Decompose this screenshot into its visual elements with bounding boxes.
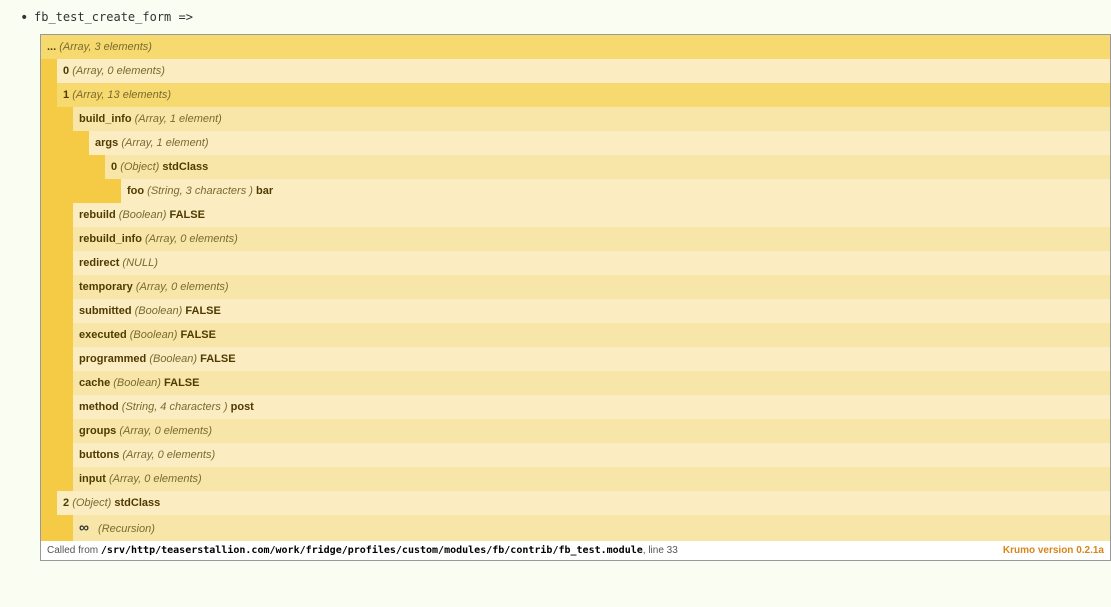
row-key: temporary — [79, 281, 133, 293]
footer-path: /srv/http/teaserstallion.com/work/fridge… — [101, 545, 643, 556]
row-key: 1 — [63, 89, 69, 101]
row-type: (Array, 0 elements) — [122, 449, 215, 461]
krumo-row-redirect[interactable]: redirect (NULL) — [73, 251, 1110, 275]
krumo-row-programmed[interactable]: programmed (Boolean) FALSE — [73, 347, 1110, 371]
row-value: bar — [256, 185, 273, 197]
row-key: foo — [127, 185, 144, 197]
infinity-icon: ∞ — [79, 519, 89, 535]
row-type: (Boolean) — [130, 329, 178, 341]
dump-label-text: fb_test_create_form => — [34, 10, 193, 24]
krumo-row-cache[interactable]: cache (Boolean) FALSE — [73, 371, 1110, 395]
row-type: (Boolean) — [113, 377, 161, 389]
row-key: programmed — [79, 353, 146, 365]
row-type: (Array, 0 elements) — [136, 281, 229, 293]
row-type: (String, 3 characters ) — [147, 185, 253, 197]
dump-label: fb_test_create_form => — [20, 10, 1111, 24]
row-value: stdClass — [162, 161, 208, 173]
row-value: FALSE — [164, 377, 199, 389]
row-value: FALSE — [170, 209, 205, 221]
row-type: (NULL) — [122, 257, 157, 269]
footer-line-number: 33 — [667, 545, 678, 556]
row-key: ... — [47, 41, 56, 53]
row-type: (Array, 0 elements) — [119, 425, 212, 437]
row-key: build_info — [79, 113, 132, 125]
row-type: (Array, 13 elements) — [72, 89, 171, 101]
krumo-row-submitted[interactable]: submitted (Boolean) FALSE — [73, 299, 1110, 323]
row-key: args — [95, 137, 118, 149]
krumo-row-build_info[interactable]: build_info (Array, 1 element) — [73, 107, 1110, 131]
row-type: (Array, 3 elements) — [59, 41, 152, 53]
row-key: method — [79, 401, 119, 413]
krumo-row-executed[interactable]: executed (Boolean) FALSE — [73, 323, 1110, 347]
row-type: (Recursion) — [98, 523, 155, 535]
row-key: 2 — [63, 497, 69, 509]
row-key: rebuild — [79, 209, 116, 221]
krumo-nest-1: build_info (Array, 1 element) args (Arra… — [57, 107, 1110, 491]
row-key: submitted — [79, 305, 132, 317]
row-type: (Array, 0 elements) — [145, 233, 238, 245]
krumo-row-rebuild_info[interactable]: rebuild_info (Array, 0 elements) — [73, 227, 1110, 251]
krumo-row-temporary[interactable]: temporary (Array, 0 elements) — [73, 275, 1110, 299]
krumo-nest-build_info: args (Array, 1 element) 0 (Object) stdCl… — [73, 131, 1110, 203]
row-type: (Array, 1 element) — [121, 137, 208, 149]
row-type: (Boolean) — [119, 209, 167, 221]
row-key: 0 — [63, 65, 69, 77]
row-key: groups — [79, 425, 116, 437]
krumo-row-root[interactable]: ... (Array, 3 elements) — [41, 35, 1110, 59]
row-value: FALSE — [185, 305, 220, 317]
row-type: (Object) — [72, 497, 111, 509]
krumo-nest-2: ∞ (Recursion) — [57, 515, 1110, 541]
row-type: (Boolean) — [135, 305, 183, 317]
krumo-row-0[interactable]: 0 (Array, 0 elements) — [57, 59, 1110, 83]
krumo-row-args-0[interactable]: 0 (Object) stdClass — [105, 155, 1110, 179]
krumo-nest-root: 0 (Array, 0 elements) 1 (Array, 13 eleme… — [41, 59, 1110, 541]
footer-called-prefix: Called from — [47, 545, 101, 556]
footer-line-prefix: , line — [643, 545, 667, 556]
row-type: (Array, 0 elements) — [109, 473, 202, 485]
footer-called-from: Called from /srv/http/teaserstallion.com… — [47, 545, 678, 556]
krumo-nest-args: 0 (Object) stdClass foo (String, 3 chara… — [89, 155, 1110, 203]
krumo-row-groups[interactable]: groups (Array, 0 elements) — [73, 419, 1110, 443]
krumo-row-method[interactable]: method (String, 4 characters ) post — [73, 395, 1110, 419]
krumo-row-foo[interactable]: foo (String, 3 characters ) bar — [121, 179, 1110, 203]
krumo-root-container: ... (Array, 3 elements) 0 (Array, 0 elem… — [40, 34, 1111, 561]
krumo-row-2[interactable]: 2 (Object) stdClass — [57, 491, 1110, 515]
krumo-row-rebuild[interactable]: rebuild (Boolean) FALSE — [73, 203, 1110, 227]
krumo-row-recursion[interactable]: ∞ (Recursion) — [73, 515, 1110, 541]
krumo-brand-link[interactable]: Krumo version 0.2.1a — [1003, 545, 1104, 556]
row-key: executed — [79, 329, 127, 341]
row-key: input — [79, 473, 106, 485]
row-key: cache — [79, 377, 110, 389]
krumo-footer: Called from /srv/http/teaserstallion.com… — [41, 541, 1110, 560]
row-key: rebuild_info — [79, 233, 142, 245]
row-type: (Boolean) — [149, 353, 197, 365]
krumo-row-args[interactable]: args (Array, 1 element) — [89, 131, 1110, 155]
krumo-row-1[interactable]: 1 (Array, 13 elements) — [57, 83, 1110, 107]
krumo-row-buttons[interactable]: buttons (Array, 0 elements) — [73, 443, 1110, 467]
krumo-row-input[interactable]: input (Array, 0 elements) — [73, 467, 1110, 491]
row-type: (String, 4 characters ) — [122, 401, 228, 413]
row-key: 0 — [111, 161, 117, 173]
row-value: FALSE — [181, 329, 216, 341]
row-key: redirect — [79, 257, 119, 269]
row-value: FALSE — [200, 353, 235, 365]
krumo-nest-args-0: foo (String, 3 characters ) bar — [105, 179, 1110, 203]
row-type: (Array, 0 elements) — [72, 65, 165, 77]
row-key: buttons — [79, 449, 119, 461]
row-type: (Array, 1 element) — [135, 113, 222, 125]
row-value: stdClass — [114, 497, 160, 509]
row-type: (Object) — [120, 161, 159, 173]
row-value: post — [231, 401, 254, 413]
